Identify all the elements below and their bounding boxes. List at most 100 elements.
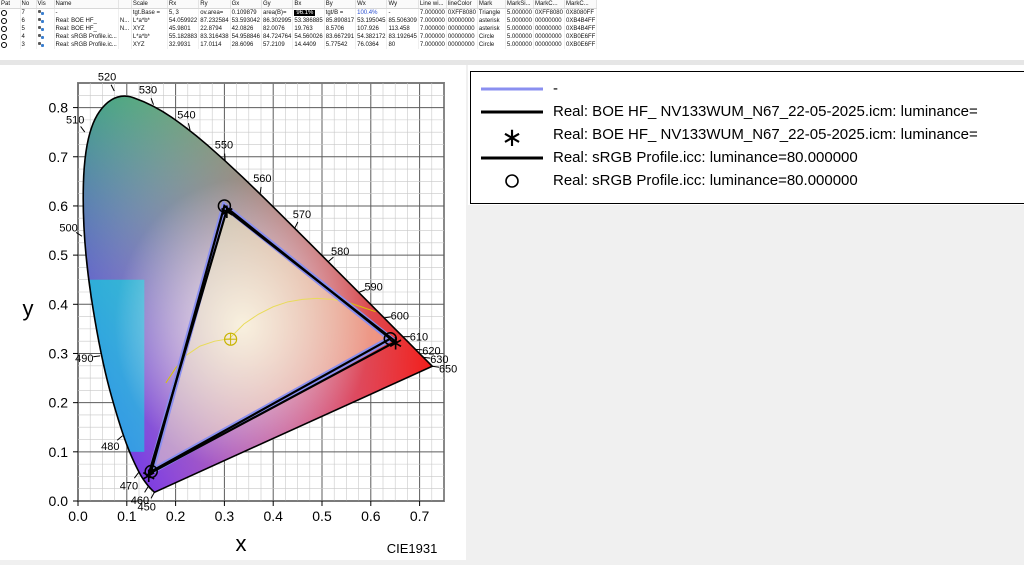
cell-text: 7.000000 bbox=[420, 42, 445, 48]
cell-text: 42.0826 bbox=[232, 26, 254, 32]
row-number: 4 bbox=[20, 33, 36, 41]
y-tick-label: 0.0 bbox=[49, 493, 69, 509]
column-header[interactable]: MarkC... bbox=[564, 0, 596, 9]
cell-mark: asterisk bbox=[477, 25, 505, 33]
cell-mc1: 0XFF8080 bbox=[533, 9, 564, 18]
wavelength-label: 610 bbox=[410, 332, 428, 344]
y-tick-label: 0.5 bbox=[49, 247, 69, 263]
cell-bx: 14.4409 bbox=[293, 41, 324, 49]
visibility-toggle-icon[interactable] bbox=[38, 18, 44, 23]
cell-text: 53.386885 bbox=[294, 18, 322, 24]
chart-panel: ∗∗∗ 450460470480490500510520530540550560… bbox=[0, 65, 466, 560]
cell-mark: Circle bbox=[477, 41, 505, 49]
wavelength-label: 470 bbox=[120, 480, 138, 492]
cell-text: 45.9801 bbox=[169, 26, 191, 32]
pattern-radio[interactable] bbox=[1, 26, 7, 32]
table-row[interactable]: 7-tgt.Base =5, 3ov.area=0.109879area(B)=… bbox=[0, 9, 597, 18]
table-row[interactable]: 6Real: BOE HF_N...L*a*b*54.05992287.2325… bbox=[0, 17, 597, 25]
cell-text: XYZ bbox=[133, 26, 145, 32]
column-header[interactable]: Wx bbox=[356, 0, 387, 9]
wavelength-label: 540 bbox=[177, 109, 195, 121]
cell-text: 00000000 bbox=[448, 26, 475, 32]
table-row[interactable]: 4Real: sRGB Profile.ic...L*a*b*55.182883… bbox=[0, 33, 597, 41]
cell-gx: 54.958846 bbox=[230, 33, 261, 41]
cell-lw: 7.000000 bbox=[418, 9, 446, 18]
visibility-toggle-icon[interactable] bbox=[38, 42, 44, 47]
cell-rx: 5, 3 bbox=[167, 9, 198, 18]
cell-text: 00000000 bbox=[535, 34, 562, 40]
column-header[interactable]: Pat bbox=[0, 0, 20, 9]
row-number: 6 bbox=[20, 17, 36, 25]
cell-text: 5.000000 bbox=[507, 18, 532, 24]
cell-text: 00000000 bbox=[535, 18, 562, 24]
pattern-radio[interactable] bbox=[1, 42, 7, 48]
column-header[interactable]: Vis bbox=[36, 0, 54, 9]
cell-text: 54.382172 bbox=[357, 34, 385, 40]
cell-text: 113.458 bbox=[388, 26, 409, 32]
cell-wy: 85.506309 bbox=[387, 17, 418, 25]
cell-text: 00000000 bbox=[535, 42, 562, 48]
cell-ms: 5.000000 bbox=[505, 33, 533, 41]
visibility-toggle-icon[interactable] bbox=[38, 10, 44, 15]
wavelength-label: 460 bbox=[131, 495, 149, 507]
cell-text: 57.2109 bbox=[263, 42, 285, 48]
cell-text: 0X8080FF bbox=[566, 10, 594, 16]
cell-text: ov.area= bbox=[200, 10, 223, 16]
cell-gx: 0.109879 bbox=[230, 9, 261, 18]
cell-scale: tgt.Base = bbox=[131, 9, 167, 18]
column-header[interactable]: Rx bbox=[167, 0, 198, 9]
column-header[interactable]: Ry bbox=[199, 0, 230, 9]
cell-text: 19.763 bbox=[294, 26, 312, 32]
wavelength-label: 480 bbox=[101, 441, 119, 453]
cell-lw: 7.000000 bbox=[418, 41, 446, 49]
cell-text: 0XB4B4FF bbox=[566, 26, 595, 32]
cell-text: 76.0364 bbox=[357, 42, 379, 48]
cell-text: 53.195045 bbox=[357, 18, 385, 24]
column-header[interactable]: MarkC... bbox=[533, 0, 564, 9]
table-row[interactable]: 5Real: BOE HF_N...XYZ45.980122.879442.08… bbox=[0, 25, 597, 33]
legend-item: ∗Real: BOE HF_ NV133WUM_N67_22-05-2025.i… bbox=[471, 124, 1024, 146]
cell-name2 bbox=[118, 41, 131, 49]
data-grid: PatNoVisName ScaleRxRyGxGyBxByWxWyLine wi… bbox=[0, 0, 597, 49]
column-header[interactable]: Gx bbox=[230, 0, 261, 9]
row-number: 7 bbox=[20, 9, 36, 18]
visibility-toggle-icon[interactable] bbox=[38, 26, 44, 31]
cell-text: 0XB4B4FF bbox=[566, 18, 595, 24]
x-tick-label: 0.0 bbox=[68, 508, 88, 524]
column-header[interactable]: lineColor bbox=[446, 0, 477, 9]
column-header[interactable]: Mark bbox=[477, 0, 505, 9]
column-header[interactable]: Scale bbox=[131, 0, 167, 9]
legend-item: Real: sRGB Profile.icc: luminance=80.000… bbox=[471, 147, 1024, 169]
wavelength-tick bbox=[225, 154, 226, 161]
y-tick-label: 0.7 bbox=[49, 149, 69, 165]
cell-bx: 54.560026 bbox=[293, 33, 324, 41]
legend-label: Real: BOE HF_ NV133WUM_N67_22-05-2025.ic… bbox=[553, 103, 978, 120]
cell-gy: 82.0076 bbox=[261, 25, 292, 33]
column-header[interactable]: By bbox=[324, 0, 355, 9]
column-header[interactable] bbox=[118, 0, 131, 9]
pattern-radio[interactable] bbox=[1, 18, 7, 24]
column-header[interactable]: Line wi... bbox=[418, 0, 446, 9]
column-header[interactable]: Gy bbox=[261, 0, 292, 9]
column-header[interactable]: No bbox=[20, 0, 36, 9]
column-header[interactable]: Wy bbox=[387, 0, 418, 9]
line-swatch-icon bbox=[481, 147, 543, 169]
visibility-toggle-icon[interactable] bbox=[38, 34, 44, 39]
column-header[interactable]: Bx bbox=[293, 0, 324, 9]
column-header[interactable]: Name bbox=[54, 0, 118, 9]
cell-gx: 42.0826 bbox=[230, 25, 261, 33]
cell-ms: 5.000000 bbox=[505, 25, 533, 33]
cell-text: 0XFF8080 bbox=[535, 10, 563, 16]
cell-by: 8.5706 bbox=[324, 25, 355, 33]
cell-wy: 113.458 bbox=[387, 25, 418, 33]
cell-name: Real: BOE HF_ bbox=[54, 25, 118, 33]
pattern-radio[interactable] bbox=[1, 34, 7, 40]
x-tick-label: 0.3 bbox=[215, 508, 235, 524]
cell-text: XYZ bbox=[133, 42, 145, 48]
pattern-radio[interactable] bbox=[1, 10, 7, 16]
column-header[interactable]: MarkSi... bbox=[505, 0, 533, 9]
table-row[interactable]: 3Real: sRGB Profile.ic...XYZ32.993117.01… bbox=[0, 41, 597, 49]
legend-label: - bbox=[553, 80, 558, 97]
cell-text: 7.000000 bbox=[420, 10, 445, 16]
cell-text: 00000000 bbox=[535, 26, 562, 32]
